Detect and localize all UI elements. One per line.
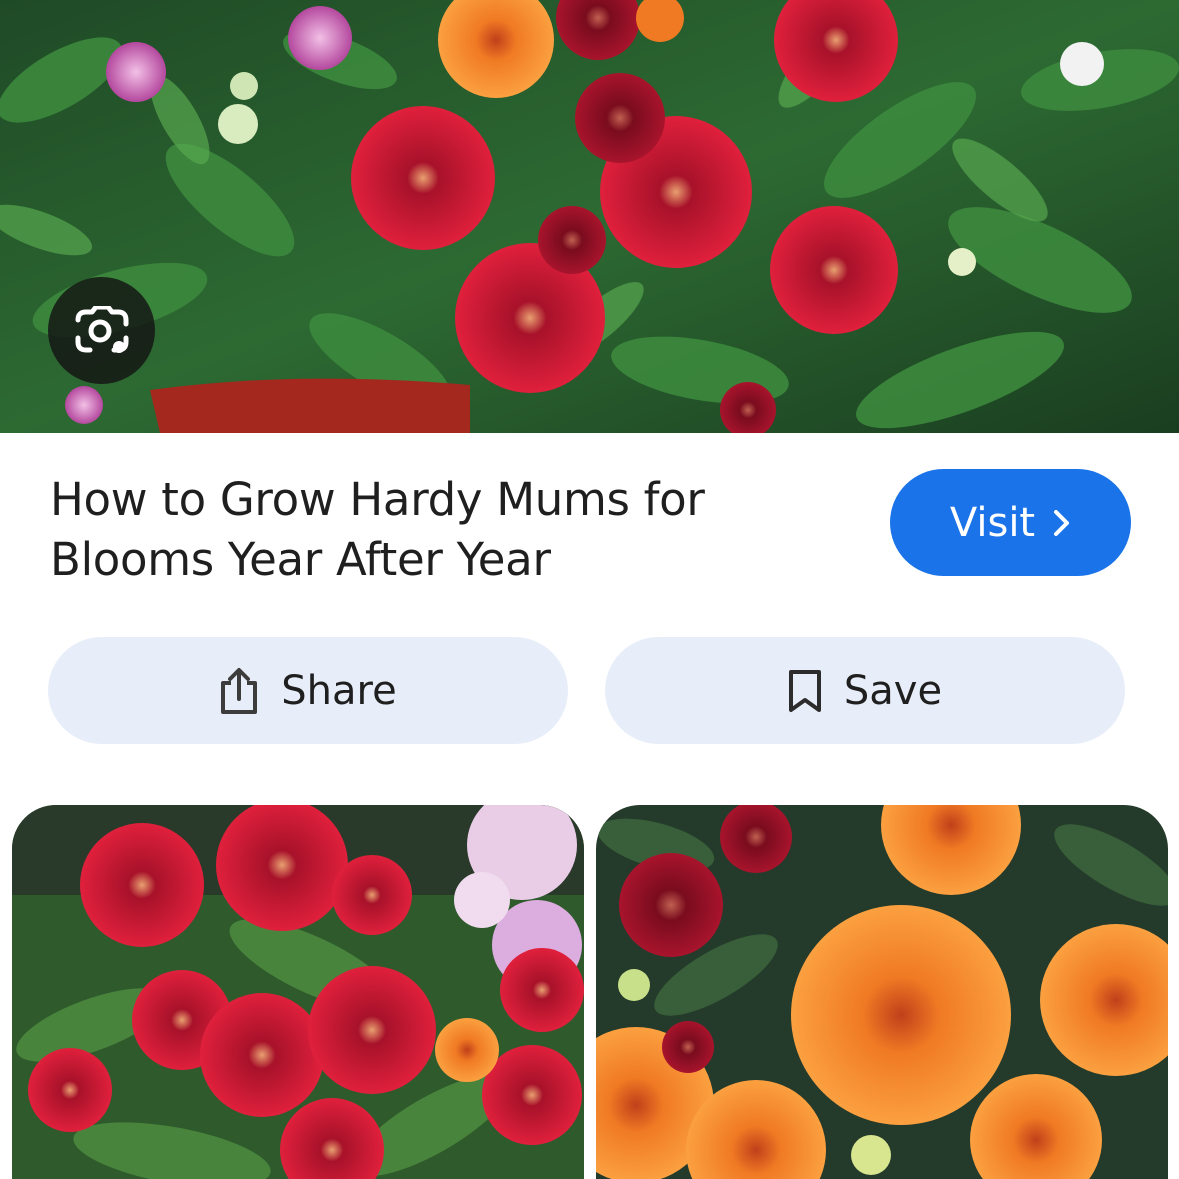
related-image-2-art	[596, 805, 1168, 1179]
google-lens-button[interactable]	[48, 277, 155, 384]
visit-button[interactable]: Visit	[890, 469, 1131, 576]
save-button[interactable]: Save	[605, 637, 1125, 744]
result-title[interactable]: How to Grow Hardy Mums for Blooms Year A…	[50, 470, 810, 590]
related-image-1-art	[12, 805, 584, 1179]
hero-image-art	[0, 0, 1179, 433]
save-button-label: Save	[843, 667, 943, 714]
share-button[interactable]: Share	[48, 637, 568, 744]
share-icon	[221, 667, 258, 714]
hero-image[interactable]	[0, 0, 1179, 433]
chevron-right-icon	[1054, 509, 1070, 536]
share-button-label: Share	[281, 667, 397, 714]
related-image-2[interactable]	[596, 805, 1168, 1179]
visit-button-label: Visit	[949, 499, 1036, 546]
related-image-1[interactable]	[12, 805, 584, 1179]
bookmark-icon	[788, 669, 821, 712]
google-lens-icon	[75, 305, 128, 353]
